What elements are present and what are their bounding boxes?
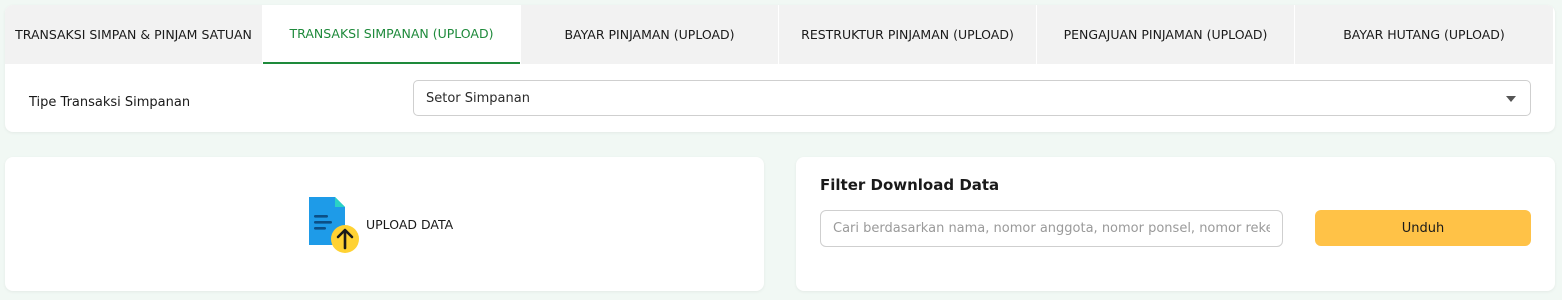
transaction-card: TRANSAKSI SIMPAN & PINJAM SATUAN TRANSAK…: [5, 5, 1555, 132]
search-input[interactable]: [820, 210, 1283, 247]
tab-bayar-hutang-upload[interactable]: BAYAR HUTANG (UPLOAD): [1295, 5, 1553, 64]
tab-restruktur-pinjaman-upload[interactable]: RESTRUKTUR PINJAMAN (UPLOAD): [779, 5, 1036, 64]
tab-transaksi-simpanan-upload[interactable]: TRANSAKSI SIMPANAN (UPLOAD): [263, 5, 520, 64]
tab-pengajuan-pinjaman-upload[interactable]: PENGAJUAN PINJAMAN (UPLOAD): [1037, 5, 1294, 64]
tab-bayar-pinjaman-upload[interactable]: BAYAR PINJAMAN (UPLOAD): [521, 5, 778, 64]
tab-label: BAYAR HUTANG (UPLOAD): [1343, 27, 1505, 42]
caret-down-icon: [1506, 96, 1516, 102]
file-upload-icon: [309, 197, 359, 253]
tab-label: TRANSAKSI SIMPANAN (UPLOAD): [289, 26, 494, 41]
tipe-transaksi-row: Tipe Transaksi Simpanan Setor Simpanan: [5, 64, 1555, 132]
upload-card: UPLOAD DATA: [5, 157, 764, 291]
upload-data-button[interactable]: UPLOAD DATA: [305, 195, 475, 255]
tipe-transaksi-label: Tipe Transaksi Simpanan: [29, 95, 191, 110]
tab-label: PENGAJUAN PINJAMAN (UPLOAD): [1063, 27, 1268, 42]
download-button[interactable]: Unduh: [1315, 210, 1531, 246]
tab-bar: TRANSAKSI SIMPAN & PINJAM SATUAN TRANSAK…: [5, 5, 1555, 64]
tipe-transaksi-select[interactable]: Setor Simpanan: [413, 80, 1531, 116]
filter-download-card: Filter Download Data Unduh: [796, 157, 1555, 291]
tab-transaksi-simpan-pinjam-satuan[interactable]: TRANSAKSI SIMPAN & PINJAM SATUAN: [5, 5, 262, 64]
filter-title: Filter Download Data: [820, 176, 1000, 194]
tab-label: TRANSAKSI SIMPAN & PINJAM SATUAN: [15, 27, 252, 42]
tab-label: RESTRUKTUR PINJAMAN (UPLOAD): [801, 27, 1014, 42]
upload-data-label: UPLOAD DATA: [366, 217, 454, 232]
select-value: Setor Simpanan: [426, 91, 530, 106]
tab-label: BAYAR PINJAMAN (UPLOAD): [564, 27, 735, 42]
